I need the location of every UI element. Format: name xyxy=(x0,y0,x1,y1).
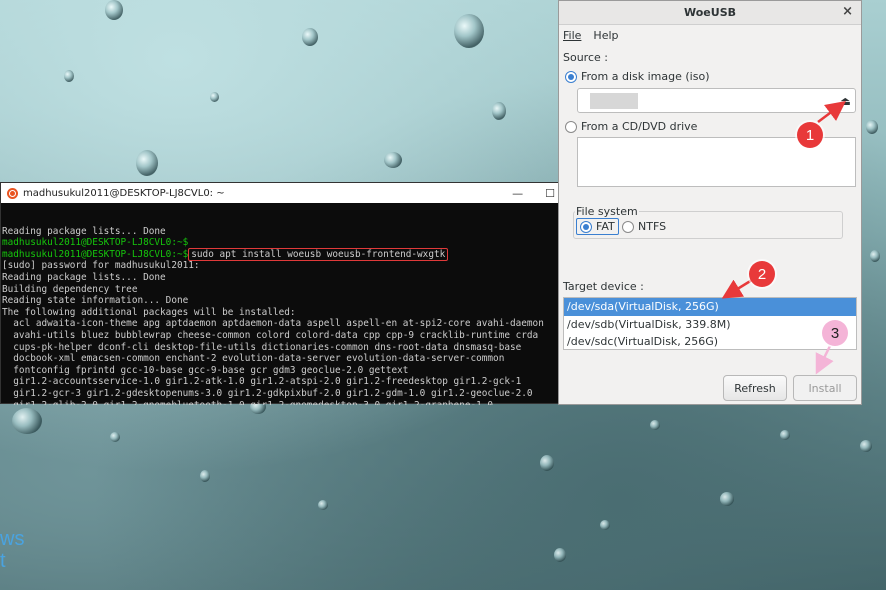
radio-ntfs-label: NTFS xyxy=(638,220,667,233)
annotation-badge-3: 3 xyxy=(822,320,848,346)
raindrop xyxy=(492,102,506,120)
raindrop xyxy=(554,548,566,562)
raindrop xyxy=(870,250,880,262)
terminal-line: Reading state information... Done xyxy=(2,295,559,307)
close-icon[interactable]: × xyxy=(842,4,853,19)
terminal-text: Reading state information... Done xyxy=(2,295,189,307)
ubuntu-icon xyxy=(7,187,18,199)
terminal-output[interactable]: Reading package lists... Done madhusukul2… xyxy=(1,203,559,405)
radio-disk-image-label: From a disk image (iso) xyxy=(581,70,710,83)
terminal-line: madhusukul2011@DESKTOP-LJ8CVL0:~$ sudo ap… xyxy=(2,247,559,261)
raindrop xyxy=(136,150,158,176)
raindrop xyxy=(720,492,734,506)
terminal-text: acl adwaita-icon-theme apg aptdaemon apt… xyxy=(2,318,544,330)
terminal-line: fontconfig fprintd gcc-10-base gcc-9-bas… xyxy=(2,365,559,377)
woeusb-title: WoeUSB xyxy=(684,6,736,19)
radio-disk-image-indicator[interactable] xyxy=(565,70,577,83)
radio-ntfs-indicator[interactable] xyxy=(622,220,634,233)
terminal-line: docbook-xml emacsen-common enchant-2 evo… xyxy=(2,353,559,365)
radio-fat-label: FAT xyxy=(596,220,615,233)
woeusb-titlebar[interactable]: WoeUSB × xyxy=(559,1,861,25)
radio-cd-drive-label: From a CD/DVD drive xyxy=(581,120,698,133)
terminal-text: Reading package lists... Done xyxy=(2,271,166,283)
terminal-line: gir1.2-gcr-3 gir1.2-gdesktopenums-3.0 gi… xyxy=(2,388,559,400)
raindrop xyxy=(302,28,318,46)
minimize-icon[interactable]: — xyxy=(512,187,523,200)
radio-ntfs[interactable]: NTFS xyxy=(622,220,666,233)
target-item[interactable]: /dev/sdb(VirtualDisk, 339.8M) xyxy=(564,316,856,334)
terminal-line: cups-pk-helper dconf-cli desktop-file-ut… xyxy=(2,342,559,354)
target-item[interactable]: /dev/sda(VirtualDisk, 256G) xyxy=(564,298,856,316)
terminal-text: Building dependency tree xyxy=(2,283,138,295)
radio-cd-drive[interactable]: From a CD/DVD drive xyxy=(565,120,697,133)
terminal-text: gir1.2-gcr-3 gir1.2-gdesktopenums-3.0 gi… xyxy=(2,387,533,399)
desktop-brand-text: ws t xyxy=(0,528,25,572)
refresh-button[interactable]: Refresh xyxy=(723,375,787,401)
install-button[interactable]: Install xyxy=(793,375,857,401)
raindrop xyxy=(384,152,402,168)
folder-open-icon[interactable]: ⏏ xyxy=(840,94,851,108)
terminal-window[interactable]: madhusukul2011@DESKTOP-LJ8CVL0: ~ — ☐ Re… xyxy=(0,182,560,405)
terminal-line: Reading package lists... Done xyxy=(2,226,559,238)
terminal-text: [sudo] password for madhusukul2011: xyxy=(2,260,200,272)
raindrop xyxy=(200,470,210,482)
terminal-line: Reading package lists... Done xyxy=(2,272,559,284)
target-device-label: Target device : xyxy=(563,280,644,293)
raindrop xyxy=(105,0,123,20)
terminal-line: gir1.2-glib-2.0 gir1.2-gnomebluetooth-1.… xyxy=(2,400,559,406)
woeusb-window[interactable]: WoeUSB × File Help Source : From a disk … xyxy=(558,0,862,405)
terminal-title: madhusukul2011@DESKTOP-LJ8CVL0: ~ xyxy=(23,187,225,199)
terminal-line: Building dependency tree xyxy=(2,284,559,296)
raindrop xyxy=(64,70,74,82)
terminal-prompt: madhusukul2011@DESKTOP-LJ8CVL0:~$ xyxy=(2,248,189,260)
raindrop xyxy=(110,432,120,442)
menubar: File Help xyxy=(559,25,861,45)
radio-disk-image[interactable]: From a disk image (iso) xyxy=(565,70,709,83)
terminal-text: avahi-utils bluez bubblewrap cheese-comm… xyxy=(2,329,539,341)
radio-fat-indicator[interactable] xyxy=(580,220,592,233)
refresh-button-label: Refresh xyxy=(734,381,776,395)
raindrop xyxy=(600,520,610,530)
terminal-text: Reading package lists... Done xyxy=(2,225,166,237)
iso-filename-blurred xyxy=(590,93,638,109)
raindrop xyxy=(12,408,42,434)
terminal-text: gir1.2-accountsservice-1.0 gir1.2-atk-1.… xyxy=(2,376,522,388)
highlighted-command: sudo apt install woeusb woeusb-frontend-… xyxy=(188,247,449,261)
target-device-list[interactable]: /dev/sda(VirtualDisk, 256G) /dev/sdb(Vir… xyxy=(563,297,857,350)
radio-fat[interactable]: FAT xyxy=(576,218,619,235)
source-label: Source : xyxy=(563,51,608,64)
filesystem-label: File system xyxy=(575,205,639,218)
target-item[interactable]: /dev/sdc(VirtualDisk, 256G) xyxy=(564,333,856,349)
raindrop xyxy=(650,420,660,430)
raindrop xyxy=(454,14,484,48)
terminal-text: docbook-xml emacsen-common enchant-2 evo… xyxy=(2,353,505,365)
menu-help[interactable]: Help xyxy=(593,29,618,42)
menu-file[interactable]: File xyxy=(563,29,581,42)
terminal-text: cups-pk-helper dconf-cli desktop-file-ut… xyxy=(2,341,522,353)
terminal-text: fontconfig fprintd gcc-10-base gcc-9-bas… xyxy=(2,364,409,376)
iso-file-picker[interactable]: ⏏ xyxy=(577,88,856,113)
terminal-text: The following additional packages will b… xyxy=(2,306,296,318)
terminal-line: avahi-utils bluez bubblewrap cheese-comm… xyxy=(2,330,559,342)
terminal-line: [sudo] password for madhusukul2011: xyxy=(2,260,559,272)
raindrop xyxy=(866,120,878,134)
radio-cd-drive-indicator[interactable] xyxy=(565,120,577,133)
raindrop xyxy=(210,92,219,102)
terminal-line: gir1.2-accountsservice-1.0 gir1.2-atk-1.… xyxy=(2,376,559,388)
terminal-prompt: madhusukul2011@DESKTOP-LJ8CVL0:~$ xyxy=(2,237,189,249)
raindrop xyxy=(318,500,328,510)
maximize-icon[interactable]: ☐ xyxy=(545,187,555,200)
terminal-titlebar[interactable]: madhusukul2011@DESKTOP-LJ8CVL0: ~ — ☐ xyxy=(1,183,559,203)
terminal-text: gir1.2-glib-2.0 gir1.2-gnomebluetooth-1.… xyxy=(2,399,494,406)
install-button-label: Install xyxy=(808,381,842,395)
raindrop xyxy=(860,440,872,452)
raindrop xyxy=(540,455,554,471)
raindrop xyxy=(780,430,790,440)
annotation-badge-1: 1 xyxy=(797,122,823,148)
terminal-line: The following additional packages will b… xyxy=(2,307,559,319)
annotation-badge-2: 2 xyxy=(749,261,775,287)
terminal-line: acl adwaita-icon-theme apg aptdaemon apt… xyxy=(2,318,559,330)
